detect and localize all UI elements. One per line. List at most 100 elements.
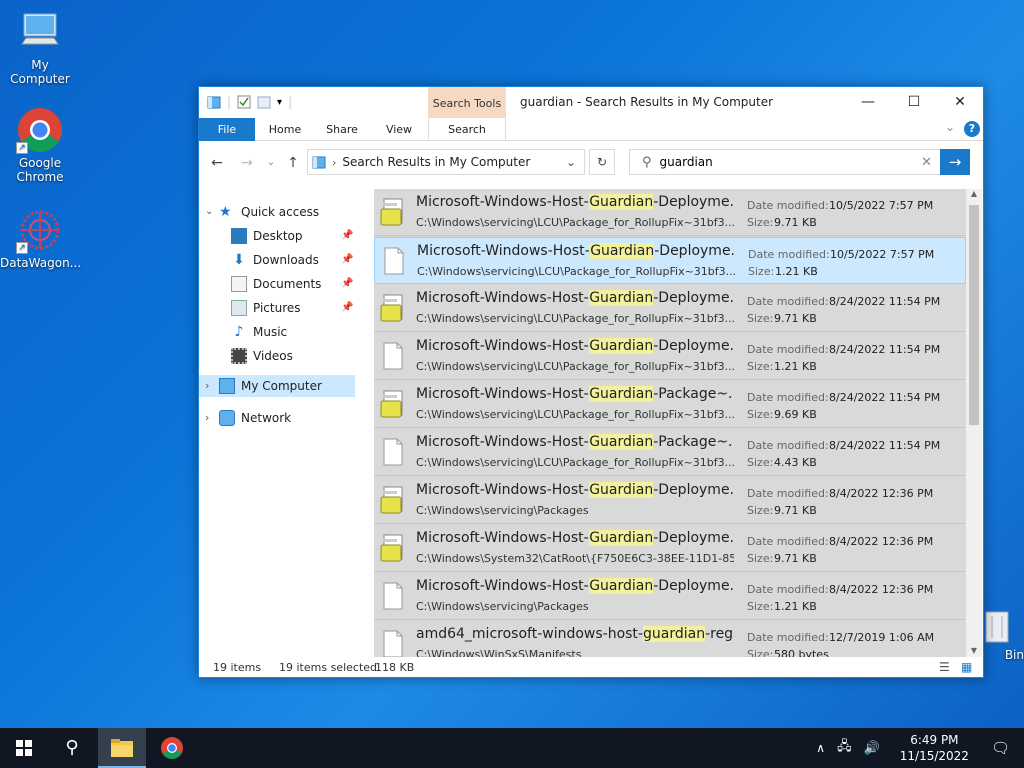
date-label: Date modified:: [747, 295, 829, 308]
network-icon[interactable]: 🖧: [837, 737, 852, 759]
file-name: Microsoft-Windows-Host-Guardian-Deployme…: [416, 290, 734, 306]
tab-share[interactable]: Share: [319, 118, 365, 141]
large-icons-view-icon[interactable]: ▦: [961, 660, 972, 674]
nav-my-computer[interactable]: › My Computer: [199, 375, 355, 397]
file-path: C:\Windows\servicing\LCU\Package_for_Rol…: [417, 265, 735, 278]
file-path: C:\Windows\servicing\LCU\Package_for_Rol…: [416, 456, 734, 469]
search-highlight: Guardian: [589, 482, 654, 498]
file-row[interactable]: Microsoft-Windows-Host-Guardian-Deployme…: [374, 189, 966, 236]
nav-downloads[interactable]: ⬇ Downloads 📌: [231, 249, 359, 271]
search-go-button[interactable]: →: [940, 149, 970, 175]
date-label: Date modified:: [748, 248, 830, 261]
date-value: 8/4/2022 12:36 PM: [829, 583, 934, 596]
scroll-thumb[interactable]: [969, 205, 979, 425]
file-path: C:\Windows\servicing\LCU\Package_for_Rol…: [416, 360, 734, 373]
chrome-taskbar-button[interactable]: [148, 728, 196, 768]
file-row[interactable]: Microsoft-Windows-Host-Guardian-Deployme…: [374, 525, 966, 572]
nav-network[interactable]: › Network: [205, 407, 291, 429]
desktop-icon-my-computer[interactable]: My Computer: [0, 8, 80, 86]
divider: |: [227, 95, 232, 109]
file-row[interactable]: Microsoft-Windows-Host-Guardian-Deployme…: [374, 285, 966, 332]
customize-toolbar-icon[interactable]: ▾: [277, 97, 282, 108]
datawagon-icon: ↗: [16, 206, 64, 254]
window-controls: — ☐ ✕: [845, 87, 983, 118]
ribbon-expand-icon[interactable]: ⌄: [945, 120, 955, 134]
scroll-down-icon[interactable]: ▼: [966, 646, 982, 655]
close-button[interactable]: ✕: [937, 87, 983, 118]
pin-icon: 📌: [341, 302, 354, 313]
nav-documents[interactable]: Documents 📌: [231, 273, 359, 295]
tab-search[interactable]: Search: [428, 118, 506, 141]
details-view-icon[interactable]: ☰: [939, 660, 950, 674]
address-dropdown-icon[interactable]: ⌄: [566, 155, 576, 169]
quick-access-toolbar: | ▾ |: [207, 95, 292, 109]
tab-view[interactable]: View: [377, 118, 421, 141]
desktop-icon-chrome[interactable]: ↗ Google Chrome: [0, 106, 80, 184]
size-label: Size:: [747, 504, 774, 517]
file-row[interactable]: amd64_microsoft-windows-host-guardian-re…: [374, 621, 966, 657]
file-row[interactable]: Microsoft-Windows-Host-Guardian-Package~…: [374, 381, 966, 428]
file-row[interactable]: Microsoft-Windows-Host-Guardian-Deployme…: [374, 237, 966, 284]
file-row[interactable]: Microsoft-Windows-Host-Guardian-Deployme…: [374, 333, 966, 380]
file-row[interactable]: Microsoft-Windows-Host-Guardian-Deployme…: [374, 573, 966, 620]
film-icon: [231, 348, 247, 364]
volume-icon[interactable]: 🔊: [864, 741, 880, 756]
search-taskbar-button[interactable]: ⚲: [48, 728, 96, 768]
back-icon[interactable]: ←: [207, 153, 227, 173]
tab-home[interactable]: Home: [263, 118, 307, 141]
clock-time: 6:49 PM: [910, 733, 959, 747]
search-input[interactable]: [659, 155, 900, 169]
file-explorer-taskbar-button[interactable]: [98, 728, 146, 768]
file-list[interactable]: Microsoft-Windows-Host-Guardian-Deployme…: [374, 189, 982, 657]
nav-pictures[interactable]: Pictures 📌: [231, 297, 359, 319]
nav-desktop[interactable]: Desktop 📌: [231, 225, 359, 247]
context-tab-search-tools: Search Tools: [428, 87, 506, 118]
desktop-icon-datawagon[interactable]: ↗ DataWagon...: [0, 206, 81, 270]
size-label: Size:: [747, 408, 774, 421]
address-bar[interactable]: › Search Results in My Computer ⌄: [307, 149, 585, 175]
notifications-icon[interactable]: 🗨: [991, 739, 1010, 757]
title-bar[interactable]: | ▾ | Search Tools guardian - Search Res…: [199, 87, 983, 118]
recent-locations-icon[interactable]: ⌄: [261, 153, 281, 173]
date-value: 10/5/2022 7:57 PM: [829, 199, 934, 212]
file-row[interactable]: Microsoft-Windows-Host-Guardian-Deployme…: [374, 477, 966, 524]
documents-icon: [231, 276, 247, 292]
search-highlight: Guardian: [589, 338, 654, 354]
music-note-icon: ♪: [234, 324, 244, 340]
security-catalog-icon: [380, 533, 406, 563]
forward-icon[interactable]: →: [237, 153, 257, 173]
new-folder-icon[interactable]: [257, 95, 271, 109]
minimize-button[interactable]: —: [845, 87, 891, 118]
nav-videos[interactable]: Videos: [231, 345, 293, 367]
breadcrumb[interactable]: Search Results in My Computer: [342, 155, 530, 169]
file-path: C:\Windows\servicing\LCU\Package_for_Rol…: [416, 408, 734, 421]
scroll-up-icon[interactable]: ▲: [966, 189, 982, 198]
nav-music[interactable]: ♪ Music: [231, 321, 288, 343]
file-path: C:\Windows\servicing\Packages: [416, 504, 589, 517]
date-label: Date modified:: [747, 343, 829, 356]
tab-file[interactable]: File: [199, 118, 255, 141]
up-icon[interactable]: ↑: [283, 153, 303, 173]
maximize-button[interactable]: ☐: [891, 87, 937, 118]
nav-label: Pictures: [253, 301, 301, 315]
file-name: amd64_microsoft-windows-host-guardian-re…: [416, 626, 734, 642]
refresh-button[interactable]: ↻: [589, 149, 615, 175]
nav-label: My Computer: [241, 379, 322, 393]
clock[interactable]: 6:49 PM 11/15/2022: [900, 732, 969, 764]
nav-quick-access[interactable]: ⌄ ★ Quick access: [205, 201, 319, 223]
properties-icon[interactable]: [237, 95, 251, 109]
file-row[interactable]: Microsoft-Windows-Host-Guardian-Package~…: [374, 429, 966, 476]
size-value: 1.21 KB: [775, 265, 818, 278]
taskbar: ⚲ ∧ 🖧 🔊 6:49 PM 11/15/2022 🗨: [0, 728, 1024, 768]
search-highlight: Guardian: [589, 578, 654, 594]
size-value: 580 bytes: [774, 648, 829, 657]
search-box[interactable]: ⚲ ✕: [629, 149, 941, 175]
clear-search-icon[interactable]: ✕: [921, 155, 932, 170]
desktop-icon-label: My Computer: [10, 58, 70, 86]
tray-overflow-icon[interactable]: ∧: [816, 741, 825, 755]
scrollbar[interactable]: ▲ ▼: [966, 189, 982, 657]
help-icon[interactable]: ?: [964, 121, 980, 137]
date-value: 12/7/2019 1:06 AM: [829, 631, 935, 644]
file-path: C:\Windows\WinSxS\Manifests: [416, 648, 582, 657]
start-button[interactable]: [0, 728, 48, 768]
